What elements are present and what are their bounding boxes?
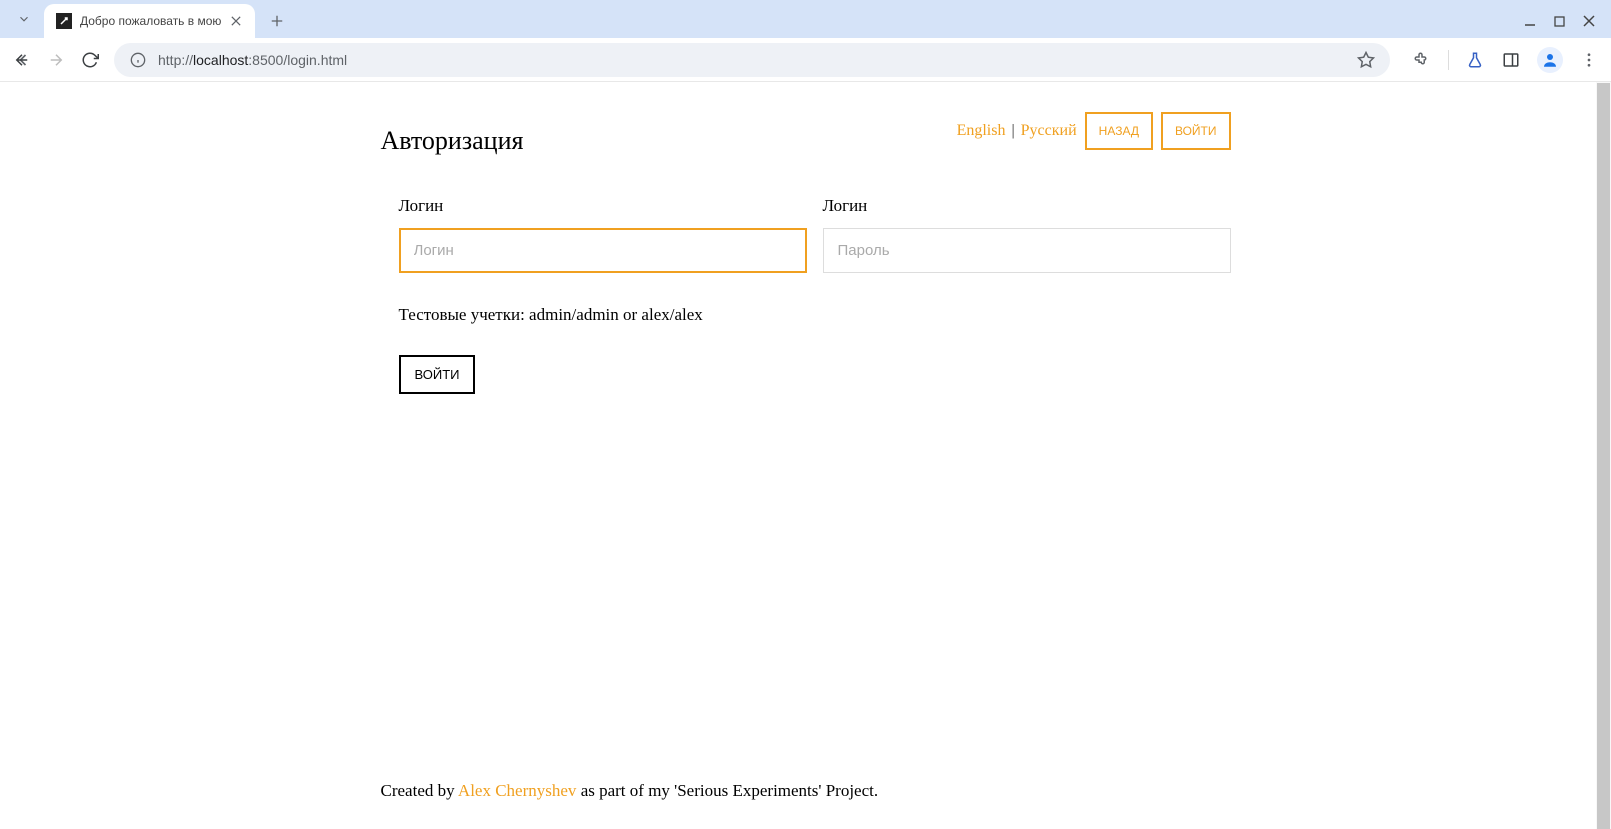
back-button[interactable]: НАЗАД: [1085, 112, 1153, 150]
credentials-hint: Тестовые учетки: admin/admin or alex/ale…: [381, 305, 1231, 325]
browser-tab-active[interactable]: Добро пожаловать в мою: [44, 4, 255, 38]
scrollbar-thumb[interactable]: [1597, 83, 1610, 829]
login-field-group: Логин: [399, 196, 807, 273]
page-header: Авторизация English | Русский НАЗАД ВОЙТ…: [381, 112, 1231, 156]
language-english-link[interactable]: English: [957, 122, 1006, 140]
extensions-icon[interactable]: [1412, 50, 1432, 70]
password-label: Логин: [823, 196, 1231, 216]
labs-flask-icon[interactable]: [1465, 50, 1485, 70]
page-viewport: Авторизация English | Русский НАЗАД ВОЙТ…: [0, 82, 1611, 829]
minimize-icon[interactable]: [1524, 14, 1536, 30]
tab-close-icon[interactable]: [229, 14, 243, 28]
side-panel-icon[interactable]: [1501, 50, 1521, 70]
login-form-row: Логин Логин: [381, 196, 1231, 273]
tab-title: Добро пожаловать в мою: [80, 14, 221, 28]
site-info-icon[interactable]: [128, 50, 148, 70]
tab-search-dropdown[interactable]: [10, 5, 38, 33]
language-russian-link[interactable]: Русский: [1021, 122, 1077, 140]
header-actions: English | Русский НАЗАД ВОЙТИ: [957, 112, 1231, 150]
browser-toolbar: http://localhost:8500/login.html: [0, 38, 1611, 82]
close-window-icon[interactable]: [1583, 14, 1595, 30]
scrollbar-vertical[interactable]: [1596, 82, 1611, 829]
profile-avatar-icon[interactable]: [1537, 47, 1563, 73]
footer-suffix: as part of my 'Serious Experiments' Proj…: [576, 781, 878, 800]
language-separator: |: [1011, 122, 1014, 140]
submit-login-button[interactable]: ВОЙТИ: [399, 355, 476, 394]
forward-icon: [46, 50, 66, 70]
browser-tab-strip: Добро пожаловать в мою: [0, 0, 1611, 38]
header-login-button[interactable]: ВОЙТИ: [1161, 112, 1231, 150]
password-input[interactable]: [823, 228, 1231, 273]
address-bar[interactable]: http://localhost:8500/login.html: [114, 43, 1390, 77]
maximize-icon[interactable]: [1554, 14, 1565, 30]
footer-prefix: Created by: [381, 781, 458, 800]
url-text: http://localhost:8500/login.html: [158, 52, 1346, 68]
reload-icon[interactable]: [80, 50, 100, 70]
window-controls: [1524, 14, 1601, 30]
new-tab-button[interactable]: [263, 7, 291, 35]
kebab-menu-icon[interactable]: [1579, 50, 1599, 70]
password-field-group: Логин: [823, 196, 1231, 273]
toolbar-separator: [1448, 50, 1449, 70]
login-input[interactable]: [399, 228, 807, 273]
back-icon[interactable]: [12, 50, 32, 70]
bookmark-star-icon[interactable]: [1356, 50, 1376, 70]
page-footer: Created by Alex Chernyshev as part of my…: [381, 781, 1231, 801]
login-label: Логин: [399, 196, 807, 216]
tab-favicon-icon: [56, 13, 72, 29]
footer-author-link[interactable]: Alex Chernyshev: [458, 781, 577, 800]
page-title: Авторизация: [381, 126, 524, 156]
